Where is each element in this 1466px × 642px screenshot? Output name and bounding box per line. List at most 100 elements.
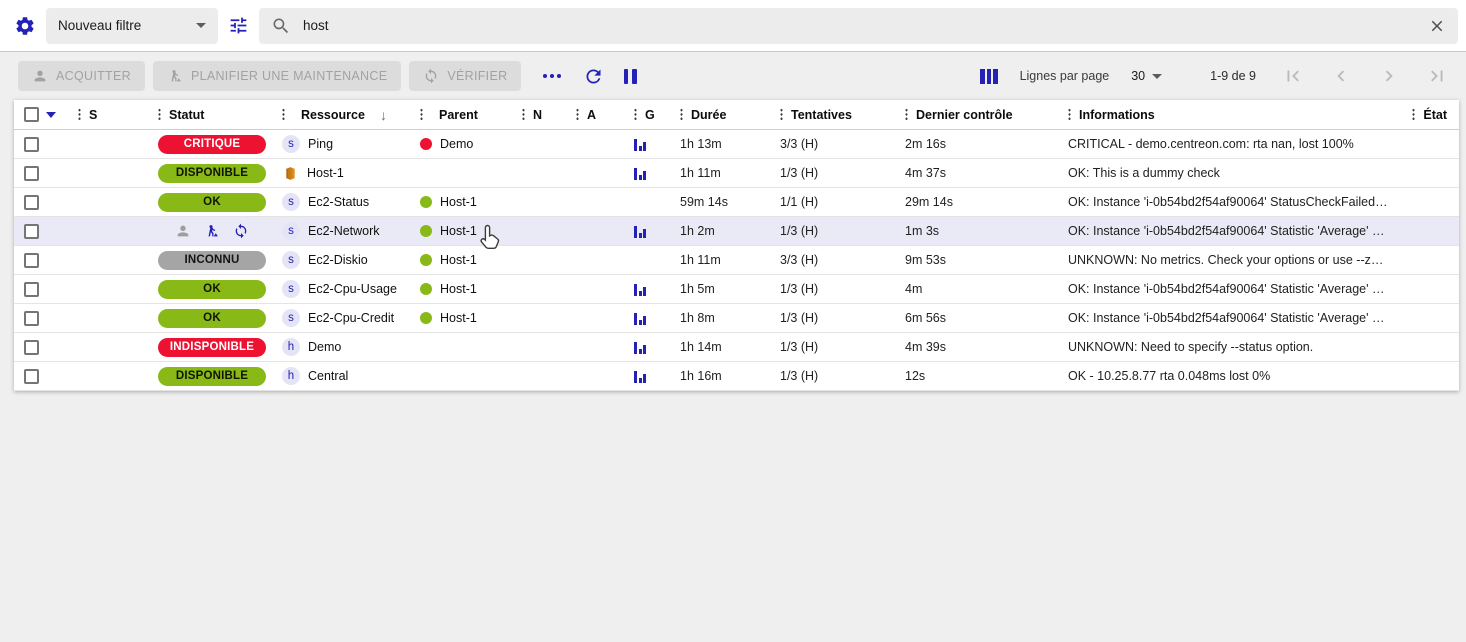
cell-resource[interactable]: s Ping: [274, 130, 412, 158]
advanced-filters-icon[interactable]: [228, 15, 249, 36]
maintenance-icon[interactable]: [204, 223, 220, 239]
row-checkbox[interactable]: [24, 136, 39, 152]
row-checkbox[interactable]: [24, 165, 39, 181]
column-header-etat[interactable]: État: [1389, 100, 1459, 129]
table-row[interactable]: OK s Ec2-Cpu-Usage Host-1 1h 5m 1/3 (H) 4m OK: …: [14, 275, 1459, 304]
bar-chart-icon[interactable]: [634, 283, 646, 296]
column-header-tentatives[interactable]: Tentatives: [772, 100, 897, 129]
cell-severity: [70, 275, 150, 303]
more-actions-button[interactable]: [541, 74, 563, 78]
cell-parent[interactable]: Host-1: [412, 246, 514, 274]
duration-value: 1h 14m: [680, 340, 722, 354]
table-row[interactable]: DISPONIBLE h Central 1h 16m 1/3 (H) 12s OK - 1…: [14, 362, 1459, 391]
row-checkbox[interactable]: [24, 339, 39, 355]
cell-severity: [70, 159, 150, 187]
cell-tries: 1/1 (H): [772, 188, 897, 216]
selection-options-caret-icon[interactable]: [46, 111, 56, 118]
row-checkbox[interactable]: [24, 194, 39, 210]
row-checkbox[interactable]: [24, 281, 39, 297]
sync-icon[interactable]: [233, 223, 249, 239]
filter-select[interactable]: Nouveau filtre: [46, 7, 218, 44]
cell-resource[interactable]: Host-1: [274, 159, 412, 187]
verifier-button[interactable]: VÉRIFIER: [409, 61, 522, 91]
bar-chart-icon[interactable]: [634, 341, 646, 354]
table-row[interactable]: CRITIQUE s Ping Demo 1h 13m 3/3 (H) 2m 16s CRIT…: [14, 130, 1459, 159]
cell-graph: [622, 130, 672, 158]
cell-resource[interactable]: s Ec2-Cpu-Usage: [274, 275, 412, 303]
table-row[interactable]: INCONNU s Ec2-Diskio Host-1 1h 11m 3/3 (H) 9m …: [14, 246, 1459, 275]
row-checkbox[interactable]: [24, 368, 39, 384]
cell-graph: [622, 217, 672, 245]
cell-notifications: [514, 304, 568, 332]
next-page-button[interactable]: [1378, 65, 1400, 87]
column-header-duree[interactable]: Durée: [672, 100, 772, 129]
search-icon: [271, 16, 291, 36]
row-checkbox[interactable]: [24, 223, 39, 239]
table-row[interactable]: s Ec2-Network Host-1 1h 2m 1/3 (H) 1m 3s OK: I…: [14, 217, 1459, 246]
drag-handle-icon: [576, 108, 579, 121]
cell-select: [14, 159, 70, 187]
column-header-statut[interactable]: Statut: [150, 100, 274, 129]
drag-handle-icon: [1412, 108, 1416, 121]
table-row[interactable]: INDISPONIBLE h Demo 1h 14m 1/3 (H) 4m 39s UNKN…: [14, 333, 1459, 362]
cell-duration: 59m 14s: [672, 188, 772, 216]
column-header-n[interactable]: N: [514, 100, 568, 129]
table-row[interactable]: DISPONIBLE Host-1 1h 11m 1/3 (H) 4m 37s OK: T…: [14, 159, 1459, 188]
cell-state: [1389, 159, 1459, 187]
cell-resource[interactable]: s Ec2-Status: [274, 188, 412, 216]
first-page-button[interactable]: [1282, 65, 1304, 87]
last-check-value: 2m 16s: [905, 137, 946, 151]
cell-resource[interactable]: h Demo: [274, 333, 412, 361]
clear-search-icon[interactable]: [1428, 17, 1446, 35]
verifier-label: VÉRIFIER: [447, 69, 508, 83]
search-input[interactable]: host: [259, 7, 1458, 44]
status-badge: INCONNU: [158, 250, 266, 270]
cell-resource[interactable]: s Ec2-Diskio: [274, 246, 412, 274]
column-header-dernier[interactable]: Dernier contrôle: [897, 100, 1042, 129]
cell-notifications: [514, 159, 568, 187]
cell-state: [1389, 217, 1459, 245]
drag-handle-icon: [282, 108, 285, 121]
cell-select: [14, 188, 70, 216]
last-page-button[interactable]: [1426, 65, 1448, 87]
cell-parent[interactable]: Host-1: [412, 188, 514, 216]
column-header-g[interactable]: G: [622, 100, 672, 129]
cell-parent[interactable]: Host-1: [412, 217, 514, 245]
pause-icon[interactable]: [623, 68, 637, 84]
cell-resource[interactable]: h Central: [274, 362, 412, 390]
lines-per-page-select[interactable]: 30: [1131, 69, 1163, 83]
acknowledged-icon[interactable]: [175, 223, 191, 239]
column-header-informations[interactable]: Informations: [1042, 100, 1389, 129]
bar-chart-icon[interactable]: [634, 370, 646, 383]
bar-chart-icon[interactable]: [634, 225, 646, 238]
cell-parent[interactable]: Host-1: [412, 275, 514, 303]
column-header-ressource[interactable]: Ressource ↓: [274, 100, 412, 129]
table-row[interactable]: OK s Ec2-Status Host-1 59m 14s 1/1 (H) 29m 14s…: [14, 188, 1459, 217]
duration-value: 1h 2m: [680, 224, 715, 238]
lines-per-page-value: 30: [1131, 69, 1146, 83]
select-all-checkbox[interactable]: [24, 107, 39, 122]
row-checkbox[interactable]: [24, 252, 39, 268]
column-header-s[interactable]: S: [70, 100, 150, 129]
bar-chart-icon[interactable]: [634, 167, 646, 180]
cell-parent[interactable]: Host-1: [412, 304, 514, 332]
cell-graph: [622, 188, 672, 216]
bar-chart-icon[interactable]: [634, 138, 646, 151]
settings-gear-icon[interactable]: [14, 15, 36, 37]
cell-resource[interactable]: s Ec2-Network: [274, 217, 412, 245]
cell-parent[interactable]: Demo: [412, 130, 514, 158]
cell-resource[interactable]: s Ec2-Cpu-Credit: [274, 304, 412, 332]
cell-duration: 1h 11m: [672, 246, 772, 274]
column-header-parent[interactable]: Parent: [412, 100, 514, 129]
planifier-maintenance-button[interactable]: PLANIFIER UNE MAINTENANCE: [152, 61, 402, 91]
cell-duration: 1h 8m: [672, 304, 772, 332]
edit-columns-icon[interactable]: [980, 68, 998, 84]
column-header-a[interactable]: A: [568, 100, 622, 129]
row-checkbox[interactable]: [24, 310, 39, 326]
drag-handle-icon: [680, 108, 683, 121]
refresh-icon[interactable]: [583, 66, 604, 87]
table-row[interactable]: OK s Ec2-Cpu-Credit Host-1 1h 8m 1/3 (H) 6m 56…: [14, 304, 1459, 333]
acquitter-button[interactable]: ACQUITTER: [18, 61, 145, 91]
bar-chart-icon[interactable]: [634, 312, 646, 325]
previous-page-button[interactable]: [1330, 65, 1352, 87]
